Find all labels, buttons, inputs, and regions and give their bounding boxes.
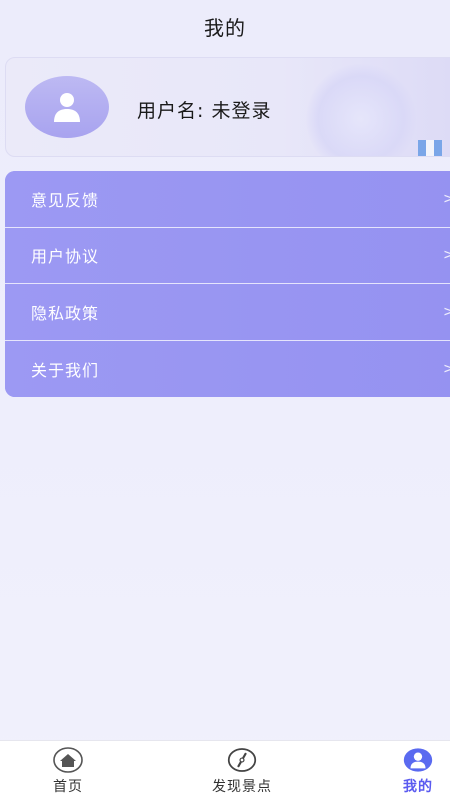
nav-discover-label: 发现景点 xyxy=(212,779,272,795)
username-label: 用户名: 未登录 xyxy=(137,100,272,122)
menu-item-privacy-policy[interactable]: 隐私政策 > xyxy=(5,284,450,341)
menu-item-user-agreement[interactable]: 用户协议 > xyxy=(5,227,450,284)
title-bar: 我的 xyxy=(0,0,450,52)
home-icon xyxy=(53,747,83,773)
menu-item-label: 用户协议 xyxy=(31,247,100,267)
chevron-right-icon: > xyxy=(443,303,450,320)
menu-item-label: 意见反馈 xyxy=(31,190,100,210)
user-icon xyxy=(403,748,433,772)
nav-discover[interactable]: 发现景点 xyxy=(196,741,288,800)
chevron-right-icon: > xyxy=(443,247,450,264)
nav-mine-label: 我的 xyxy=(403,779,433,795)
settings-menu: 意见反馈 > 用户协议 > 隐私政策 > 关于我们 > xyxy=(5,171,450,397)
medal-icon xyxy=(418,140,442,156)
nav-mine[interactable]: 我的 xyxy=(388,741,448,800)
menu-item-label: 关于我们 xyxy=(31,360,100,380)
nav-home[interactable]: 首页 xyxy=(38,741,98,800)
nav-home-label: 首页 xyxy=(53,779,83,795)
menu-item-about-us[interactable]: 关于我们 > xyxy=(5,340,450,397)
page-title: 我的 xyxy=(204,15,246,40)
profile-card[interactable]: 用户名: 未登录 xyxy=(5,57,450,157)
compass-icon xyxy=(227,748,257,772)
user-avatar-icon xyxy=(54,93,80,122)
globe-decoration xyxy=(306,64,416,156)
menu-item-feedback[interactable]: 意见反馈 > xyxy=(5,171,450,228)
avatar[interactable] xyxy=(25,76,109,138)
chevron-right-icon: > xyxy=(443,360,450,377)
chevron-right-icon: > xyxy=(443,190,450,207)
bottom-nav: 首页 发现景点 我的 xyxy=(0,740,450,800)
menu-item-label: 隐私政策 xyxy=(31,303,100,323)
